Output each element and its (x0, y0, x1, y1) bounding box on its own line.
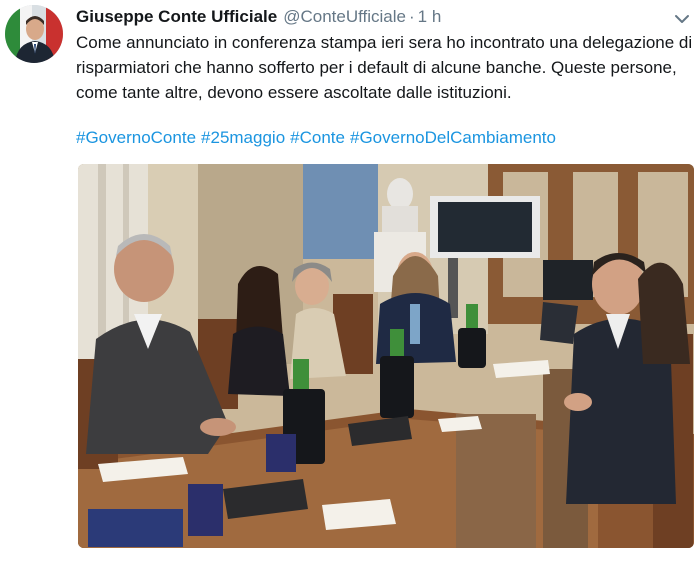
hashtag-link[interactable]: #GovernoConte (76, 128, 196, 147)
author-name[interactable]: Giuseppe Conte Ufficiale (76, 7, 277, 26)
separator-dot: · (408, 7, 415, 26)
tweet-text: Come annunciato in conferenza stampa ier… (76, 33, 693, 102)
hashtag-link[interactable]: #GovernoDelCambiamento (350, 128, 556, 147)
hashtag-list: #GovernoConte #25maggio #Conte #GovernoDelC… (76, 126, 561, 150)
tweet-header: Giuseppe Conte Ufficiale @ConteUfficiale ·… (76, 6, 690, 28)
chevron-down-icon[interactable] (674, 12, 690, 24)
hashtag-link[interactable]: #Conte (290, 128, 345, 147)
tweet-timestamp[interactable]: 1 h (418, 7, 442, 26)
author-avatar[interactable] (5, 5, 63, 63)
tweet-photo[interactable] (78, 164, 694, 548)
hashtag-link[interactable]: #25maggio (201, 128, 285, 147)
author-handle[interactable]: @ConteUfficiale (283, 7, 406, 26)
avatar-photo (5, 5, 63, 63)
meeting-photo (78, 164, 694, 548)
